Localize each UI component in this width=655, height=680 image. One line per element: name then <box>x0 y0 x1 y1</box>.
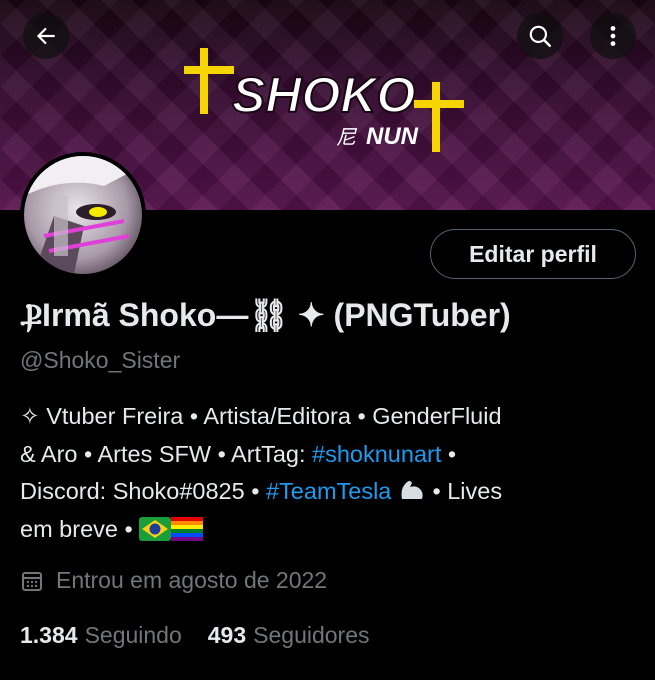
logo-subtitle: NUN <box>366 123 419 150</box>
more-button[interactable] <box>590 13 636 59</box>
bio-line: em breve • <box>20 511 640 549</box>
search-button[interactable] <box>517 13 563 59</box>
bio-text: Discord: Shoko#0825 • <box>20 478 266 504</box>
following-label: Seguindo <box>84 622 182 648</box>
brazil-flag-icon <box>139 516 172 541</box>
back-button[interactable] <box>23 13 69 59</box>
calendar-icon <box>20 569 44 593</box>
bio-text: em breve • <box>20 515 140 542</box>
logo-title: SHOKO <box>232 67 415 123</box>
bio-line: ✧ Vtuber Freira • Artista/Editora • Gend… <box>20 403 502 429</box>
bio-line: & Aro • Artes SFW • ArtTag: #shoknunart … <box>20 436 640 474</box>
following-link[interactable]: 1.384 Seguindo <box>20 622 182 649</box>
rainbow-flag-icon <box>171 516 204 541</box>
username-handle: @Shoko_Sister <box>20 347 181 373</box>
join-date: Entrou em agosto de 2022 <box>20 567 327 594</box>
hashtag-link[interactable]: #shoknunart <box>312 441 441 467</box>
bio-text: • Lives <box>425 478 503 504</box>
more-vertical-icon <box>610 26 616 46</box>
hashtag-link[interactable]: #TeamTesla <box>266 478 391 504</box>
avatar-image <box>24 156 142 274</box>
bio-text: & Aro • Artes SFW • ArtTag: <box>20 440 313 467</box>
follow-stats: 1.384 Seguindo 493 Seguidores <box>20 622 370 649</box>
following-count: 1.384 <box>20 622 78 648</box>
edit-profile-button[interactable]: Editar perfil <box>430 229 636 279</box>
bio-line: Discord: Shoko#0825 • #TeamTesla • Lives <box>20 473 640 511</box>
display-name: ⳀIrmã Shoko—⛓ ✦ (PNGTuber) <box>20 297 511 333</box>
arrow-left-icon <box>36 27 55 45</box>
shoko-logo: SHOKO NUN 尼 <box>184 48 464 152</box>
followers-count: 493 <box>207 622 247 648</box>
logo-glyph: 尼 <box>336 127 358 149</box>
search-icon <box>529 25 551 47</box>
followers-link[interactable]: 493 Seguidores <box>208 622 370 649</box>
avatar[interactable] <box>20 152 146 278</box>
flexed-biceps-icon <box>401 481 423 499</box>
profile-bio: ✧ Vtuber Freira • Artista/Editora • Gend… <box>20 398 640 548</box>
bio-text: • <box>441 440 457 467</box>
join-date-text: Entrou em agosto de 2022 <box>56 567 328 593</box>
followers-label: Seguidores <box>253 622 370 648</box>
